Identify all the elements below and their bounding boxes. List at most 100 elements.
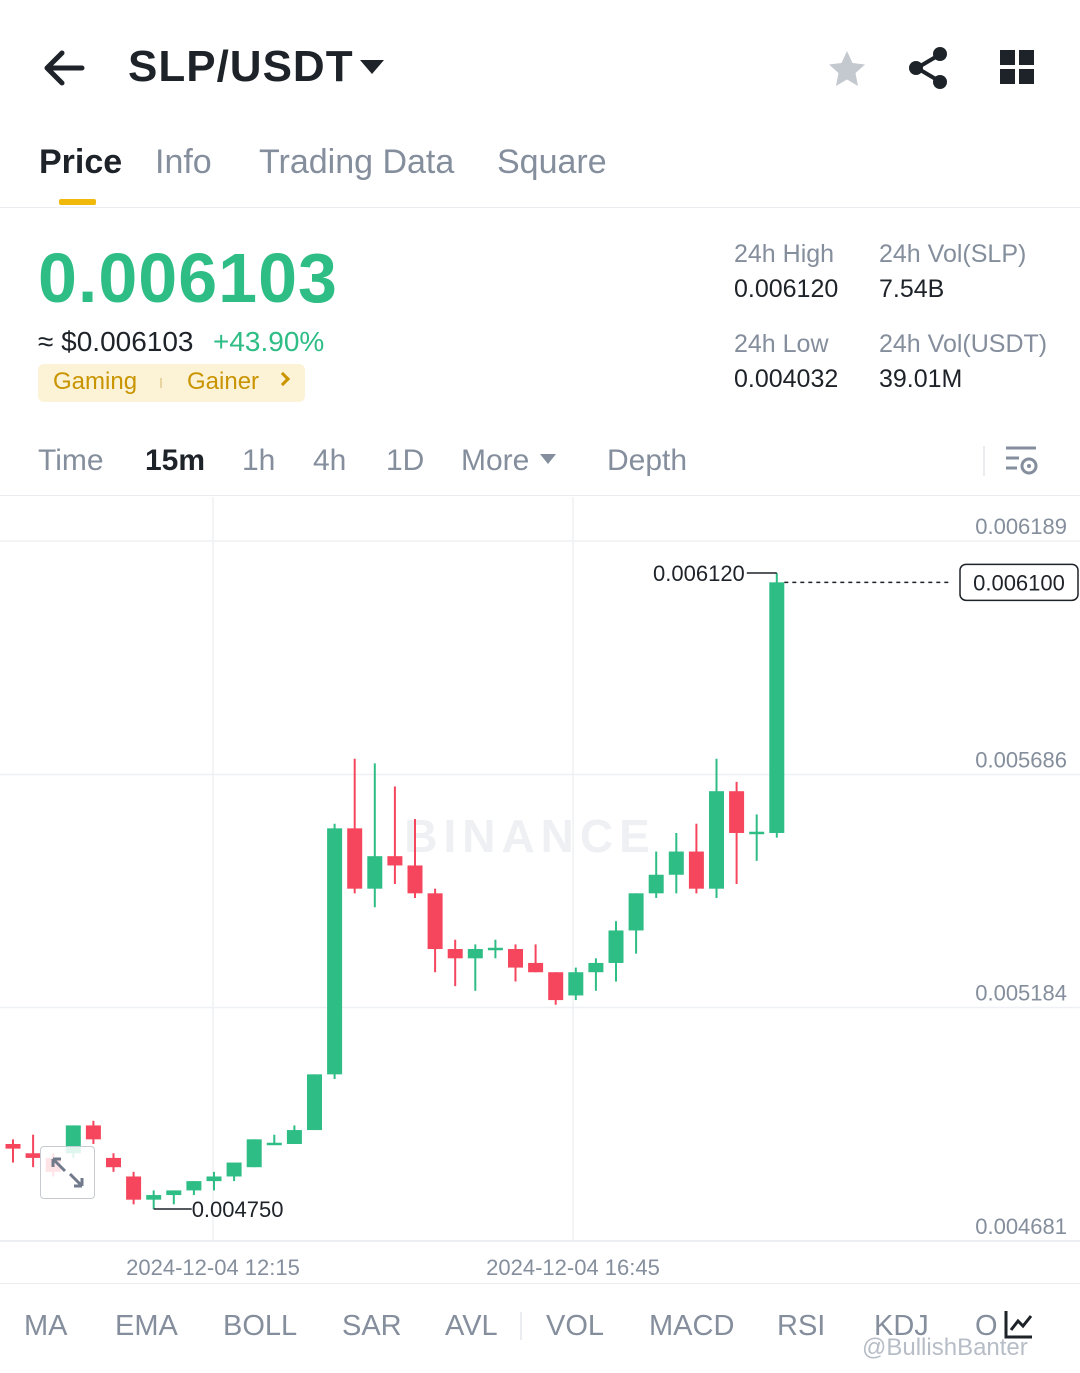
candle-body bbox=[246, 1139, 262, 1168]
depth-tab[interactable]: Depth bbox=[607, 444, 687, 478]
indicator-avl[interactable]: AVL bbox=[445, 1310, 498, 1343]
tab-trading-data[interactable]: Trading Data bbox=[259, 143, 454, 182]
candle-body bbox=[186, 1181, 202, 1191]
candle bbox=[286, 1125, 302, 1144]
candle-body bbox=[769, 582, 785, 833]
chart-watermark: BINANCE bbox=[404, 810, 656, 862]
back-arrow-icon[interactable] bbox=[40, 46, 86, 90]
tab-price[interactable]: Price bbox=[39, 143, 122, 182]
tag-gaming: Gaming bbox=[53, 368, 138, 395]
candle-body bbox=[367, 856, 383, 889]
candle bbox=[487, 939, 503, 959]
star-icon[interactable] bbox=[826, 48, 868, 90]
candle bbox=[668, 832, 684, 894]
pair-title[interactable]: SLP/USDT bbox=[128, 42, 354, 92]
y-tick-label: 0.005184 bbox=[975, 981, 1067, 1006]
candle-body bbox=[608, 930, 624, 963]
candle-body bbox=[126, 1176, 142, 1200]
candle bbox=[146, 1190, 162, 1209]
caret-down-icon[interactable] bbox=[360, 60, 384, 74]
expand-chart-button[interactable] bbox=[40, 1146, 95, 1199]
interval-15m[interactable]: 15m bbox=[145, 444, 205, 478]
chart-canvas[interactable]: BINANCE 0.006189 0.005686 0.005184 0.004681… bbox=[0, 497, 1080, 1283]
candle-body bbox=[427, 893, 443, 950]
candle bbox=[226, 1162, 242, 1182]
candle bbox=[106, 1153, 121, 1172]
candle-body bbox=[729, 791, 745, 833]
candle bbox=[186, 1181, 202, 1196]
candle bbox=[327, 823, 343, 1079]
interval-time[interactable]: Time bbox=[38, 444, 104, 478]
candle bbox=[206, 1171, 222, 1191]
expand-icon bbox=[51, 1157, 84, 1188]
tab-info[interactable]: Info bbox=[155, 143, 212, 182]
current-price-label: 0.006100 bbox=[973, 570, 1065, 595]
interval-1d[interactable]: 1D bbox=[386, 444, 424, 478]
indicator-ema[interactable]: EMA bbox=[115, 1310, 178, 1343]
candle-body bbox=[206, 1176, 222, 1182]
interval-1h[interactable]: 1h bbox=[242, 444, 275, 478]
candle-body bbox=[266, 1142, 282, 1146]
candle bbox=[467, 944, 483, 991]
candle-body bbox=[568, 972, 584, 996]
share-icon[interactable] bbox=[906, 46, 950, 90]
indicator-rsi[interactable]: RSI bbox=[777, 1310, 825, 1343]
candle-body bbox=[166, 1190, 182, 1196]
candle-body bbox=[648, 874, 664, 894]
candle-body bbox=[387, 856, 403, 866]
vol-slp-value: 7.54B bbox=[879, 275, 945, 303]
candle bbox=[508, 944, 523, 982]
indicator-vol[interactable]: VOL bbox=[546, 1310, 604, 1343]
approx-usd-price: ≈ $0.006103 bbox=[38, 326, 194, 357]
candle bbox=[709, 758, 724, 898]
price-change-percent: +43.90% bbox=[213, 326, 325, 357]
tag-gainer: Gainer bbox=[187, 368, 260, 395]
active-tab-indicator bbox=[59, 199, 96, 205]
top-bar: SLP/USDT bbox=[0, 0, 1080, 135]
candle-body bbox=[85, 1125, 101, 1140]
candle bbox=[608, 921, 624, 982]
candle-body bbox=[487, 947, 503, 951]
candle bbox=[749, 814, 765, 861]
vol-usdt-label: 24h Vol(USDT) bbox=[879, 330, 1048, 358]
candle-body bbox=[106, 1157, 121, 1168]
chart-settings-icon[interactable] bbox=[1003, 442, 1039, 478]
interval-4h[interactable]: 4h bbox=[313, 444, 346, 478]
tag-chip[interactable]: Gaming Gainer bbox=[38, 364, 305, 402]
candle bbox=[528, 944, 544, 973]
candle bbox=[387, 786, 403, 885]
candlestick-chart[interactable]: BINANCE 0.006189 0.005686 0.005184 0.004681… bbox=[0, 497, 1080, 1283]
candle-body bbox=[688, 851, 704, 889]
caret-down-icon[interactable] bbox=[540, 454, 556, 464]
vol-usdt-value: 39.01M bbox=[879, 365, 963, 393]
tab-square[interactable]: Square bbox=[497, 143, 607, 182]
indicator-ma[interactable]: MA bbox=[24, 1310, 68, 1343]
indicator-macd[interactable]: MACD bbox=[649, 1310, 734, 1343]
candle bbox=[307, 1074, 322, 1131]
grid-menu-icon[interactable] bbox=[998, 48, 1036, 86]
candle-body bbox=[709, 791, 724, 889]
interval-bar: Time 15m 1h 4h 1D More Depth bbox=[0, 430, 1080, 496]
candle-body bbox=[588, 962, 604, 973]
candle bbox=[588, 958, 604, 991]
high-marker-label: 0.006120 bbox=[653, 561, 745, 586]
candle bbox=[729, 781, 745, 885]
divider bbox=[520, 1312, 522, 1340]
high-value: 0.006120 bbox=[734, 275, 839, 303]
candle bbox=[769, 573, 785, 838]
candle bbox=[548, 972, 564, 1005]
user-watermark: @BullishBanter bbox=[862, 1334, 1028, 1361]
indicator-boll[interactable]: BOLL bbox=[223, 1310, 297, 1343]
divider bbox=[983, 446, 985, 476]
candle-body bbox=[226, 1162, 242, 1177]
candle bbox=[628, 893, 644, 954]
high-label: 24h High bbox=[734, 240, 835, 268]
candle-body bbox=[286, 1130, 302, 1144]
chevron-right-icon bbox=[275, 371, 291, 387]
candle-body bbox=[528, 962, 544, 973]
y-tick-label: 0.005686 bbox=[975, 747, 1067, 772]
candle-body bbox=[146, 1195, 162, 1200]
x-tick-label: 2024-12-04 12:15 bbox=[126, 1255, 300, 1280]
interval-more[interactable]: More bbox=[461, 444, 529, 478]
indicator-sar[interactable]: SAR bbox=[342, 1310, 402, 1343]
